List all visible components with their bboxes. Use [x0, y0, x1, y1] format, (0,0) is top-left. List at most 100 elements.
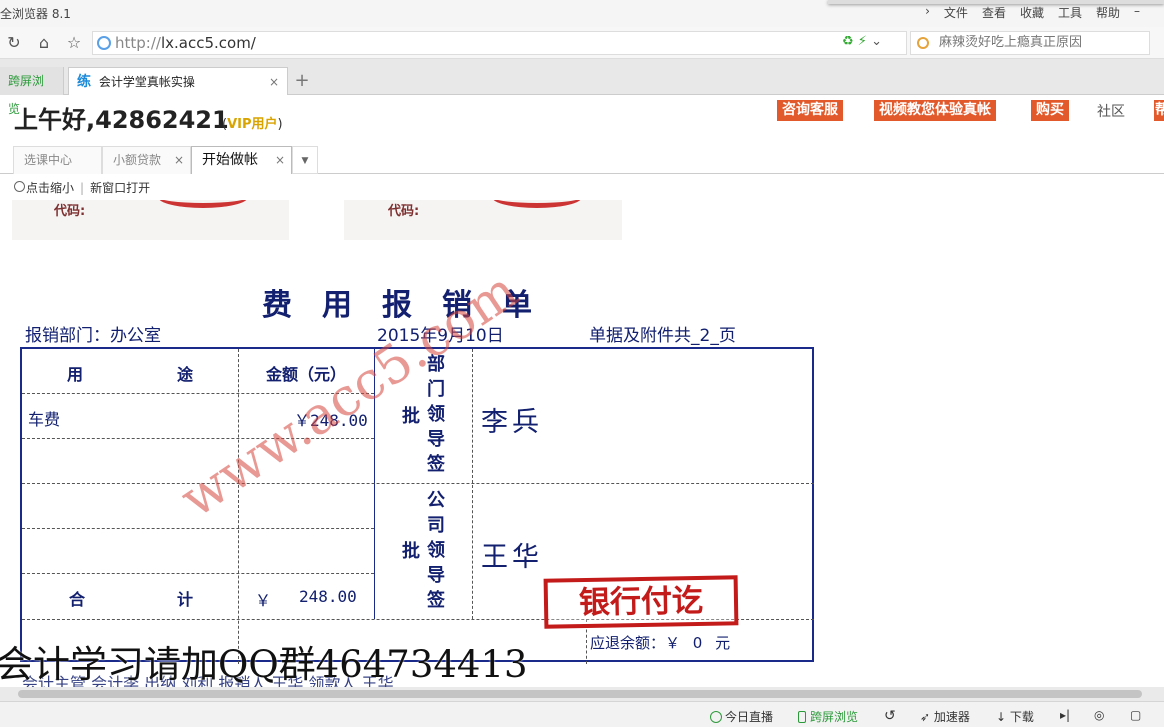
- row-usage: 车费: [28, 410, 61, 429]
- new-tab-button[interactable]: +: [290, 67, 314, 95]
- browser-app-name: 全浏览器 8.1: [0, 7, 71, 21]
- buy-button[interactable]: 购买: [1031, 100, 1069, 121]
- top-stamp-right: 代码:: [344, 200, 622, 240]
- company-leader-char: 导: [427, 565, 445, 586]
- company-leader-signature: 王华: [481, 542, 543, 573]
- refund-value: 0: [692, 634, 703, 652]
- recycle-icon[interactable]: ♻: [842, 34, 854, 49]
- total-label-1: 合: [69, 590, 86, 609]
- rocket-icon: ➶: [920, 710, 934, 724]
- top-stamp-left: 代码:: [12, 200, 289, 240]
- dept-leader-signature: 李兵: [481, 407, 543, 438]
- zoom-out-link[interactable]: 点击缩小: [26, 181, 74, 195]
- browser-icon[interactable]: ◎: [1094, 708, 1104, 722]
- refresh-icon[interactable]: ↻: [4, 33, 24, 53]
- col-divider: [238, 349, 239, 664]
- cross-screen-button[interactable]: 跨屏浏览: [798, 708, 858, 725]
- menu-favorites[interactable]: 收藏: [1020, 4, 1044, 21]
- leaf-icon[interactable]: ↺: [884, 708, 896, 724]
- window-icon[interactable]: ▢: [1130, 708, 1141, 722]
- col-divider: [472, 349, 473, 619]
- download-button[interactable]: ↓ 下载: [996, 708, 1034, 725]
- company-leader-char: 公: [427, 490, 445, 511]
- globe-icon: [97, 36, 111, 50]
- tab-micro-loan-label: 小额贷款: [113, 153, 162, 167]
- browser-tab-bar: 跨屏浏览 练 会计学堂真帐实操 × +: [0, 59, 1164, 116]
- tab-title: 会计学堂真帐实操: [98, 75, 195, 89]
- close-icon[interactable]: ×: [275, 147, 285, 174]
- tab-course-center[interactable]: 选课中心: [13, 146, 102, 174]
- tab-dropdown-icon[interactable]: ▼: [292, 146, 318, 174]
- close-tab-icon[interactable]: ×: [269, 68, 279, 96]
- home-icon[interactable]: ⌂: [34, 33, 54, 53]
- navigation-bar: ↻ ⌂ ☆ http://lx.acc5.com/ ♻ ⚡ ⌄ 麻辣烫好吃上瘾真…: [0, 27, 1164, 59]
- chevron-down-icon[interactable]: ⌄: [871, 34, 882, 49]
- zoom-out-icon[interactable]: [14, 181, 25, 192]
- community-link[interactable]: 社区: [1097, 101, 1125, 121]
- tab-micro-loan[interactable]: 小额贷款 ×: [102, 146, 191, 174]
- browser-menu: › 文件 查看 收藏 工具 帮助 –: [925, 4, 1140, 21]
- stamp-code-label: 代码:: [54, 204, 86, 219]
- refund-unit: 元: [715, 634, 731, 652]
- tab-course-center-label: 选课中心: [24, 153, 73, 167]
- address-bar[interactable]: http://lx.acc5.com/: [92, 31, 907, 55]
- status-bar: 今日直播 跨屏浏览 ↺ ➶ 加速器 ↓ 下载 ▸| ◎ ▢: [0, 701, 1164, 727]
- menu-file[interactable]: 文件: [944, 4, 968, 21]
- company-leader-char: 司: [427, 515, 445, 536]
- stamp-code-label: 代码:: [388, 204, 420, 219]
- scrollbar-thumb[interactable]: [18, 690, 1142, 698]
- menu-help[interactable]: 帮助: [1096, 4, 1120, 21]
- lightning-icon[interactable]: ⚡: [858, 34, 867, 49]
- menu-view[interactable]: 查看: [982, 4, 1006, 21]
- qq-group-caption: 会计学习请加QQ群464734413: [0, 643, 528, 686]
- tab-start-bookkeeping[interactable]: 开始做帐 ×: [191, 146, 292, 174]
- accelerator-button[interactable]: ➶ 加速器: [920, 708, 970, 725]
- minimize-icon[interactable]: –: [1134, 4, 1140, 21]
- vip-badge: (VIP用户): [222, 113, 283, 132]
- download-label: 下载: [1009, 710, 1034, 724]
- new-window-link[interactable]: 新窗口打开: [90, 181, 150, 195]
- vip-paren-close: ): [277, 117, 283, 132]
- menu-tools[interactable]: 工具: [1058, 4, 1082, 21]
- total-label-2: 计: [177, 590, 194, 609]
- url-action-icons: ♻ ⚡ ⌄: [842, 34, 882, 49]
- refund-balance: 应退余额：￥ 0 元: [590, 632, 730, 653]
- menu-expand-icon[interactable]: ›: [925, 4, 930, 21]
- refund-label: 应退余额：￥: [590, 634, 681, 652]
- close-icon[interactable]: ×: [174, 147, 184, 174]
- consult-service-button[interactable]: 咨询客服: [777, 100, 843, 121]
- total-currency: ￥: [255, 591, 272, 610]
- favorite-star-icon[interactable]: ☆: [64, 33, 84, 53]
- play-icon: [710, 711, 722, 723]
- live-today-button[interactable]: 今日直播: [710, 708, 773, 725]
- accelerator-label: 加速器: [933, 710, 970, 724]
- tab-cross-screen[interactable]: 跨屏浏览: [0, 67, 64, 116]
- popup-edge: [828, 0, 1164, 4]
- company-leader-label: 公 司 领 导 签: [425, 488, 447, 613]
- live-today-label: 今日直播: [725, 710, 774, 724]
- phone-icon: [798, 711, 806, 723]
- approve-label: 批: [402, 406, 420, 427]
- stamp-arc: [158, 200, 248, 208]
- url-scheme: http://: [115, 34, 161, 52]
- doc-toolbar: 点击缩小 | 新窗口打开: [14, 179, 150, 196]
- row-divider: [22, 483, 814, 484]
- voucher-viewer[interactable]: 代码: 代码: 费用报销单 报销部门：办公室 2015年9月10日 单据及附件共…: [0, 200, 1164, 687]
- search-input[interactable]: 麻辣烫好吃上瘾真正原因: [910, 31, 1150, 55]
- dept-leader-char: 导: [427, 429, 445, 450]
- mute-icon[interactable]: ▸|: [1060, 708, 1070, 722]
- total-amount: 248.00: [299, 587, 357, 606]
- dept-leader-char: 领: [427, 404, 445, 425]
- horizontal-scrollbar[interactable]: [0, 687, 1164, 701]
- company-leader-char: 领: [427, 540, 445, 561]
- url-host: lx.acc5.com/: [160, 34, 256, 52]
- help-button[interactable]: 帮: [1154, 100, 1164, 121]
- tab-active[interactable]: 练 会计学堂真帐实操 ×: [68, 67, 288, 95]
- bank-paid-stamp: 银行付讫: [543, 575, 739, 629]
- greeting-text: 上午好,42862421: [14, 106, 229, 134]
- stamp-arc: [492, 200, 582, 208]
- search-placeholder: 麻辣烫好吃上瘾真正原因: [939, 35, 1083, 50]
- search-icon: [917, 37, 929, 49]
- video-tutorial-button[interactable]: 视频教您体验真帐: [874, 100, 996, 121]
- department-label: 报销部门：办公室: [25, 326, 161, 346]
